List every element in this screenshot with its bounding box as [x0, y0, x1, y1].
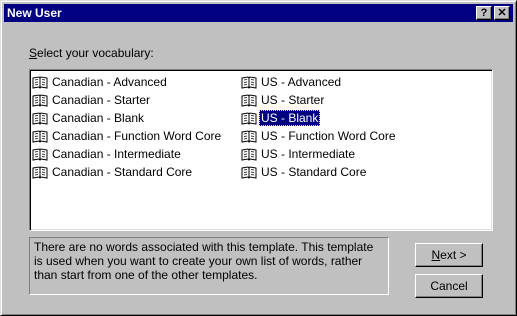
vocabulary-item-label: US - Starter — [261, 93, 325, 107]
next-button[interactable]: Next > — [415, 243, 483, 267]
vocabulary-item-label: US - Advanced — [261, 75, 342, 89]
vocabulary-item-label: Canadian - Function Word Core — [52, 129, 222, 143]
vocabulary-item[interactable]: Canadian - Standard Core — [32, 164, 194, 180]
title-bar[interactable]: New User ? ✕ — [4, 4, 513, 22]
prompt-text: elect your vocabulary: — [37, 46, 154, 60]
new-user-dialog: New User ? ✕ Select your vocabulary: Can… — [0, 0, 517, 316]
vocabulary-listbox[interactable]: Canadian - Advanced Canadian - Starter Can… — [29, 69, 493, 231]
vocabulary-item-label: Canadian - Intermediate — [52, 147, 181, 161]
vocabulary-item[interactable]: Canadian - Intermediate — [32, 146, 183, 162]
vocabulary-item[interactable]: US - Intermediate — [241, 146, 357, 162]
help-button[interactable]: ? — [476, 6, 492, 20]
vocabulary-item-label: Canadian - Starter — [52, 93, 151, 107]
vocabulary-item[interactable]: Canadian - Function Word Core — [32, 128, 223, 144]
next-label: ext > — [440, 248, 467, 262]
vocabulary-item-label: US - Standard Core — [261, 165, 367, 179]
vocabulary-item[interactable]: US - Function Word Core — [241, 128, 398, 144]
vocabulary-item[interactable]: US - Standard Core — [241, 164, 368, 180]
book-icon — [32, 130, 48, 143]
vocabulary-item-label: US - Function Word Core — [261, 129, 396, 143]
vocabulary-item-label: Canadian - Standard Core — [52, 165, 193, 179]
vocabulary-item[interactable]: Canadian - Starter — [32, 92, 152, 108]
book-icon — [32, 148, 48, 161]
book-icon — [241, 148, 257, 161]
next-mnemonic: N — [431, 248, 441, 262]
vocabulary-prompt-label: Select your vocabulary: — [29, 46, 154, 60]
window-title: New User — [7, 6, 62, 20]
book-icon — [241, 112, 257, 125]
close-button[interactable]: ✕ — [494, 6, 510, 20]
vocabulary-item-label: US - Intermediate — [261, 147, 356, 161]
book-icon — [32, 76, 48, 89]
vocabulary-item[interactable]: Canadian - Advanced — [32, 74, 169, 90]
vocabulary-item[interactable]: US - Starter — [241, 92, 326, 108]
book-icon — [32, 94, 48, 107]
book-icon — [32, 112, 48, 125]
vocabulary-item-label: Canadian - Advanced — [52, 75, 167, 89]
book-icon — [241, 94, 257, 107]
book-icon — [241, 130, 257, 143]
vocabulary-item[interactable]: Canadian - Blank — [32, 110, 146, 126]
vocabulary-item-label: Canadian - Blank — [52, 111, 145, 125]
prompt-mnemonic: S — [29, 46, 38, 60]
vocabulary-item-label: US - Blank — [259, 110, 321, 126]
vocabulary-item[interactable]: US - Blank — [241, 110, 321, 126]
cancel-button[interactable]: Cancel — [415, 274, 483, 298]
book-icon — [241, 76, 257, 89]
book-icon — [241, 166, 257, 179]
template-description: There are no words associated with this … — [29, 237, 389, 295]
vocabulary-item[interactable]: US - Advanced — [241, 74, 343, 90]
book-icon — [32, 166, 48, 179]
